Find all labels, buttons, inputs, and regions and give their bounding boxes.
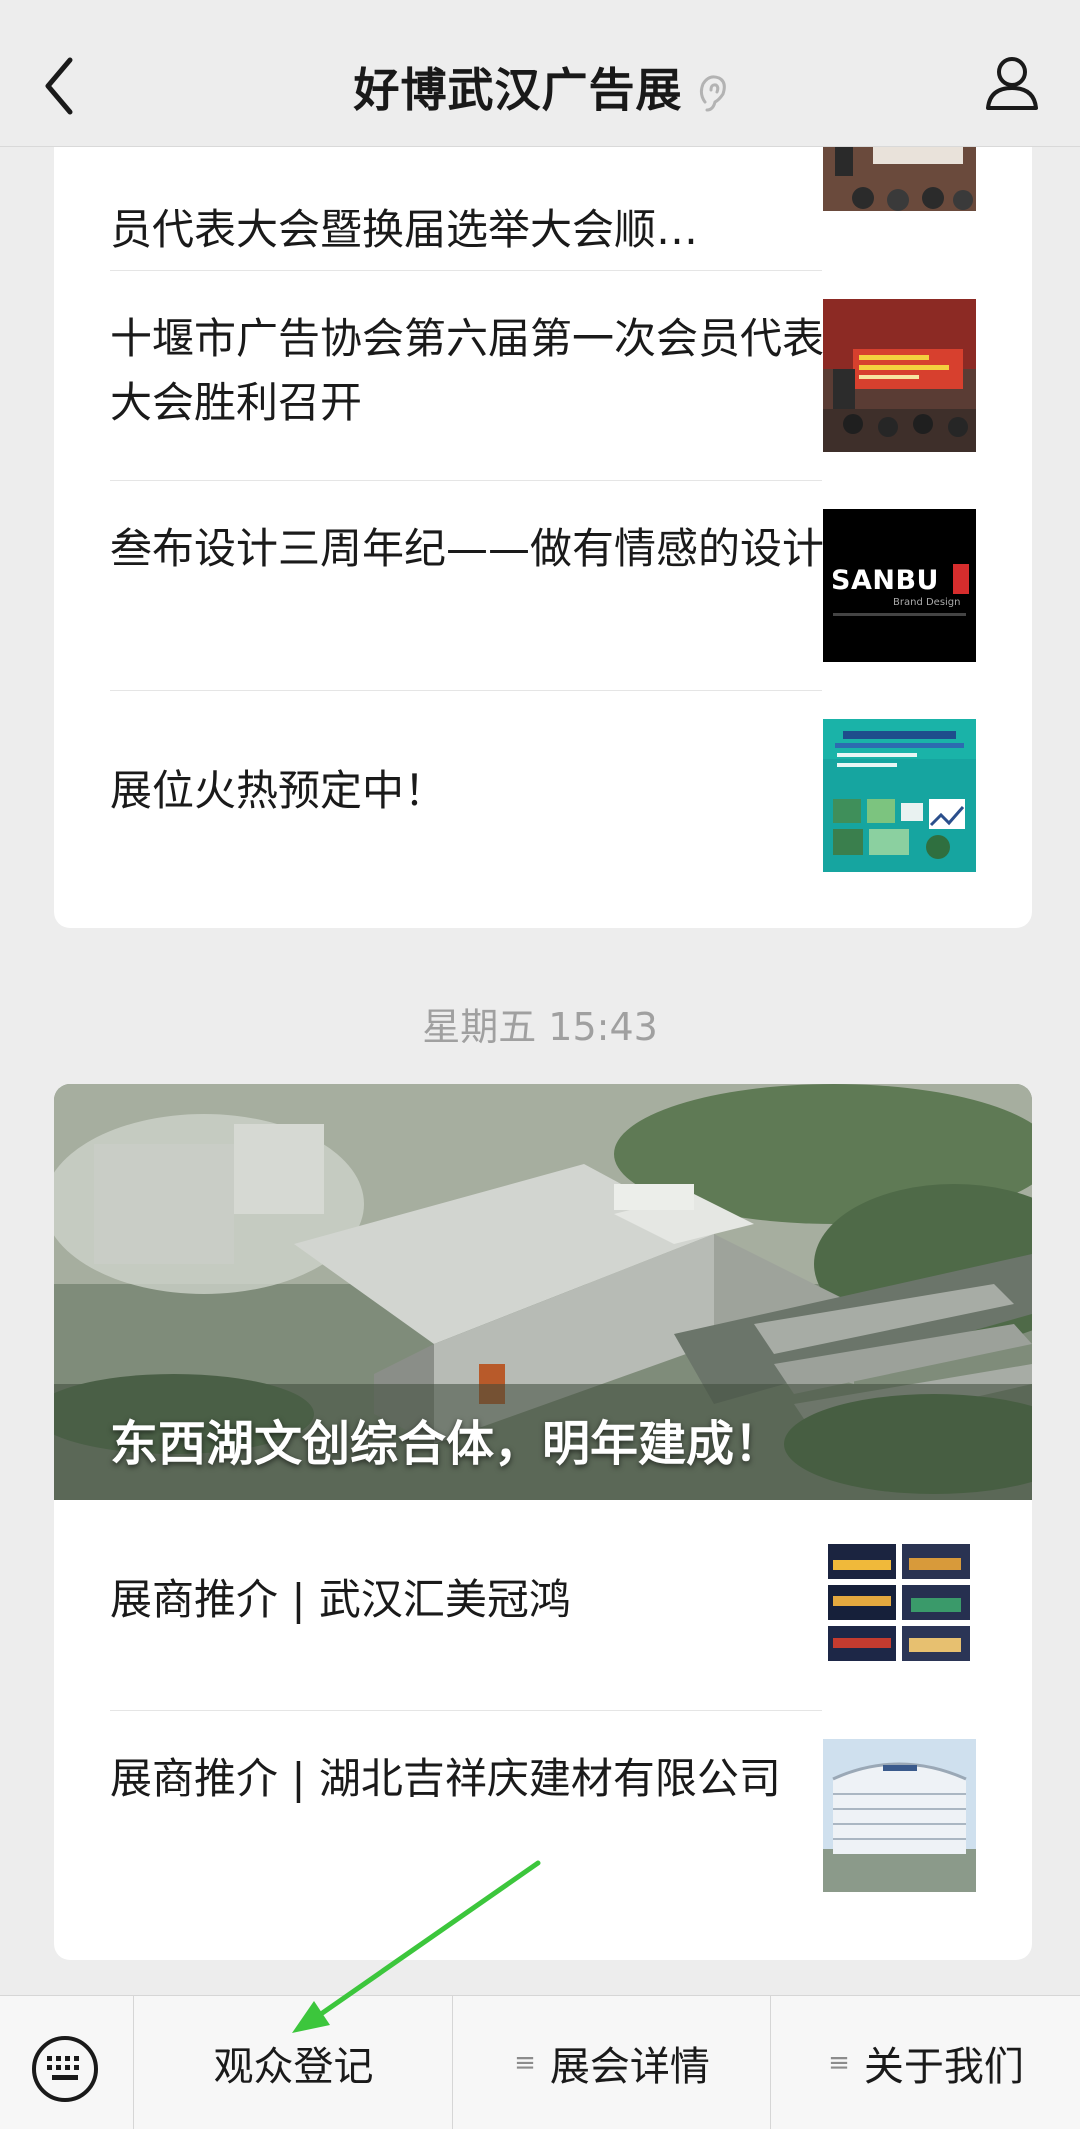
submenu-icon: ≡ [828, 2047, 850, 2078]
ear-icon [697, 72, 727, 116]
menu-exhibition-details[interactable]: ≡ 展会详情 [452, 1996, 771, 2129]
logo-line [833, 613, 966, 616]
logo-mark [953, 564, 969, 594]
page-title: 好博武汉广告展 [0, 54, 1080, 120]
custom-menu-bar: 观众登记 ≡ 展会详情 ≡ 关于我们 [0, 1995, 1080, 2129]
article-thumbnail [823, 1739, 976, 1892]
menu-label: 展会详情 [549, 2043, 710, 2090]
navigation-bar: 好博武汉广告展 [0, 0, 1080, 147]
article-card: 员代表大会暨换届选举大会顺… 十堰市广告协会第六届第一次会员代表大会胜利召开 叁… [54, 60, 1032, 928]
keyboard-icon [32, 2036, 98, 2102]
menu-audience-registration[interactable]: 观众登记 [133, 1996, 453, 2129]
user-icon [986, 57, 1038, 110]
article-title: 十堰市广告协会第六届第一次会员代表大会胜利召开 [110, 314, 825, 427]
article-feed[interactable]: 员代表大会暨换届选举大会顺… 十堰市广告协会第六届第一次会员代表大会胜利召开 叁… [0, 0, 1080, 1995]
article-thumbnail [823, 1538, 976, 1691]
keyboard-toggle-button[interactable] [30, 2034, 100, 2104]
sanbu-logo: SANBU [831, 565, 939, 596]
logo-subtitle: Brand Design [893, 597, 961, 608]
submenu-icon: ≡ [514, 2047, 536, 2078]
article-item[interactable]: 叁布设计三周年纪——做有情感的设计 SANBU Brand Design [54, 481, 1032, 690]
article-title: 叁布设计三周年纪——做有情感的设计 [110, 524, 825, 573]
hero-article[interactable]: 东西湖文创综合体，明年建成！ [54, 1084, 1032, 1500]
article-thumbnail [823, 719, 976, 872]
article-title: 员代表大会暨换届选举大会顺… [110, 205, 699, 254]
hero-title: 东西湖文创综合体，明年建成！ [110, 1416, 783, 1472]
article-title: 展商推介 | 武汉汇美冠鸿 [110, 1575, 571, 1624]
profile-button[interactable] [982, 52, 1042, 112]
menu-label: 关于我们 [863, 2043, 1024, 2090]
account-name: 好博武汉广告展 [353, 63, 683, 117]
article-item[interactable]: 展商推介 | 武汉汇美冠鸿 [54, 1500, 1032, 1710]
article-thumbnail: SANBU Brand Design [823, 509, 976, 662]
article-item[interactable]: 展位火热预定中！ [54, 691, 1032, 928]
article-title: 展位火热预定中！ [110, 766, 447, 815]
menu-about-us[interactable]: ≡ 关于我们 [770, 1996, 1080, 2129]
menu-label: 观众登记 [213, 2043, 374, 2090]
article-item[interactable]: 展商推介 | 湖北吉祥庆建材有限公司 [54, 1711, 1032, 1960]
article-card: 东西湖文创综合体，明年建成！ 展商推介 | 武汉汇美冠鸿 展商推介 | 湖北吉祥… [54, 1084, 1032, 1960]
article-title: 展商推介 | 湖北吉祥庆建材有限公司 [110, 1754, 781, 1803]
article-item[interactable]: 十堰市广告协会第六届第一次会员代表大会胜利召开 [54, 271, 1032, 480]
article-thumbnail [823, 299, 976, 452]
message-timestamp: 星期五 15:43 [422, 1005, 658, 1049]
